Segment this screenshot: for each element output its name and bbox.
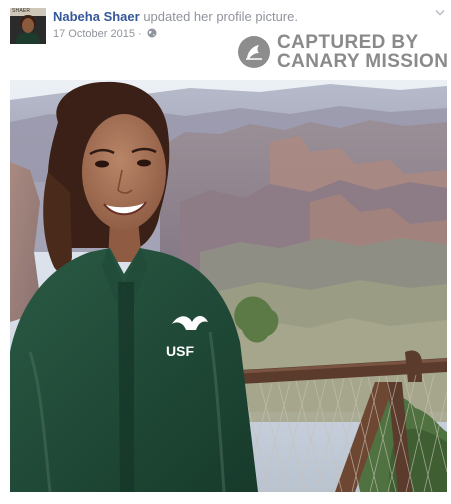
captured-watermark: CAPTURED BY CANARY MISSION (236, 32, 448, 72)
post-date-link[interactable]: 17 October 2015 (53, 28, 135, 40)
watermark-line1: CAPTURED BY (277, 32, 419, 53)
photo-scene: USF (10, 52, 447, 492)
post-meta-line: 17 October 2015 · (53, 27, 157, 42)
canary-bird-icon (238, 36, 270, 68)
author-name-link[interactable]: Nabeha Shaer (53, 9, 140, 24)
chevron-down-icon[interactable] (435, 9, 445, 17)
post-action-text: updated her profile picture. (139, 9, 298, 24)
profile-avatar[interactable]: SHAER (10, 8, 46, 44)
date-separator: · (134, 28, 145, 40)
watermark-text: CAPTURED BY CANARY MISSION (277, 33, 448, 71)
avatar-label: SHAER (12, 8, 31, 14)
profile-photo[interactable]: USF (10, 52, 447, 492)
avatar-body (16, 33, 40, 44)
globe-icon[interactable] (147, 28, 157, 42)
post-title-line: Nabeha Shaer updated her profile picture… (53, 9, 298, 25)
avatar-face (22, 18, 34, 33)
facebook-post: SHAER Nabeha Shaer updated her profile p… (0, 0, 451, 504)
watermark-line2: CANARY MISSION (277, 51, 449, 72)
jacket-usf-text: USF (166, 343, 194, 359)
